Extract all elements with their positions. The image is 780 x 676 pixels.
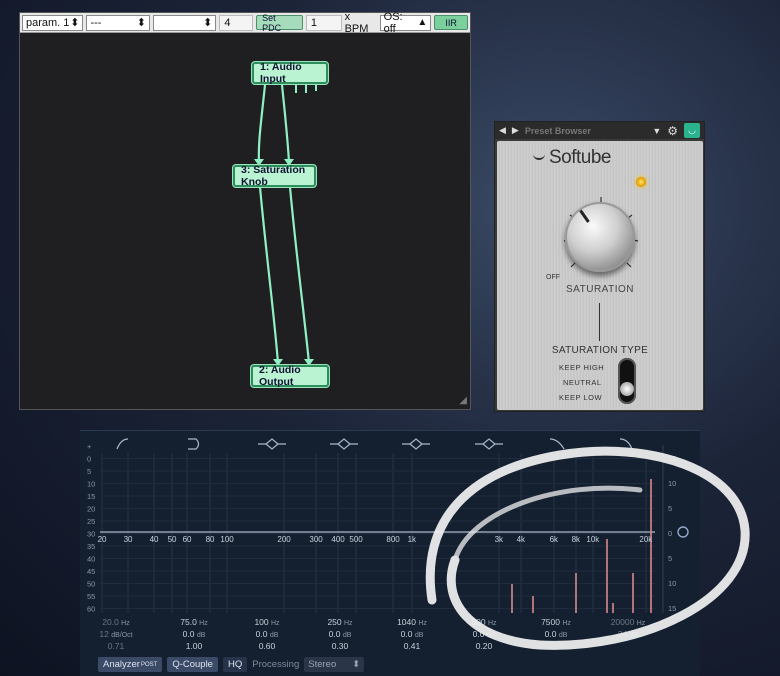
band-freq-unit: Hz [199,620,208,627]
softube-smile-icon [533,153,545,160]
band-gain-unit: dB [342,632,352,639]
band-2[interactable]: 75.0 Hz 0.0 dB 1.00 [164,617,224,652]
band-freq: 75.0 [180,617,197,627]
preset-dropdown-icon[interactable]: ▼ [652,126,661,136]
band-gain-unit: dB [196,632,206,639]
wire-input-to-knob-right [280,84,291,164]
knob-cap [565,202,635,272]
q-couple-button[interactable]: Q-Couple [167,657,218,672]
analyzer-post-label: POST [140,661,158,668]
band-freq-unit: Hz [344,620,353,627]
node-saturation-knob[interactable]: 3: Saturation Knob [233,164,316,188]
processing-select[interactable]: Stereo ⬍ [304,657,365,672]
patch-wires [254,84,317,366]
band-q: 0.41 [403,641,421,651]
band-gain: 24 [617,629,628,639]
node-audio-input[interactable]: 1: Audio Input [252,61,328,85]
saturation-knob[interactable] [560,197,640,277]
band-freq: 300 [471,617,486,627]
band-5[interactable]: 1040 Hz 0.0 dB 0.41 [382,617,442,652]
band-gain-unit: dB [558,632,568,639]
band-q: 0.60 [258,641,276,651]
saturation-type-switch[interactable] [618,358,636,404]
band-8[interactable]: 20000 Hz 24 dB [598,617,658,641]
resize-grip-icon[interactable]: ◢ [459,395,467,406]
patcher-window: param. 1 ⬍ --- ⬍ ⬍ 4 Set PDC 1 x BPM OS:… [19,11,471,410]
band-freq: 20.0 [102,617,119,627]
brand-logo: Softube [549,147,612,168]
wire-knob-to-output-left [258,186,280,364]
preset-browser[interactable]: Preset Browser [525,126,646,136]
option-neutral: NEUTRAL [563,378,602,387]
band-freq: 7500 [541,617,560,627]
band-freq-unit: Hz [636,620,646,627]
band-1[interactable]: 20.0 Hz 12 dB/Oct 0.71 [86,617,146,652]
wire-knob-to-output-right [288,186,311,364]
band-freq: 20000 [610,617,635,627]
node-audio-output[interactable]: 2: Audio Output [251,364,329,388]
processing-value: Stereo [308,659,337,670]
saturation-type-label: SATURATION TYPE [551,345,649,356]
band-freq-unit: Hz [121,620,130,627]
wire-input-to-knob-left [257,84,267,164]
next-preset-icon[interactable]: ▶ [512,125,519,136]
saturation-plugin-window: ◀ ▶ Preset Browser ▼ ⚙ ◡ Softube OFF SAT… [494,121,705,412]
eq-panel: +0 5 10 15 20 25 30 35 40 45 50 55 60 15 10 5 0 5 10 15 20… [80,430,700,676]
band-freq: 250 [327,617,342,627]
band-freq-unit: Hz [488,620,497,627]
knob-pointer [579,209,590,223]
hq-button[interactable]: HQ [222,657,248,672]
option-keep-high: KEEP HIGH [559,363,605,372]
updown-icon: ⬍ [352,659,361,670]
band-gain-unit: dB [486,632,496,639]
band-gain: 0.0 [328,629,341,639]
band-q: 1.00 [185,641,203,651]
band-4[interactable]: 250 Hz 0.0 dB 0.30 [310,617,370,652]
band-gain: 0.0 [472,629,485,639]
band-7[interactable]: 7500 Hz 0.0 dB [526,617,586,641]
analyzer-button[interactable]: Analyzer POST [98,657,163,672]
band-gain-unit: dB [269,632,279,639]
right-db-unit: dB [629,632,639,639]
band-freq: 1040 [397,617,416,627]
analyzer-label: Analyzer [103,659,140,670]
band-freq-unit: Hz [418,620,427,627]
option-keep-low: KEEP LOW [559,393,603,402]
band-gain-unit: dB [414,632,424,639]
band-q: 0.20 [475,641,493,651]
switch-knob [620,382,634,396]
band-gain: 0.0 [400,629,413,639]
off-label: OFF [546,274,560,281]
band-3[interactable]: 100 Hz 0.0 dB 0.60 [237,617,297,652]
band-freq-unit: Hz [271,620,280,627]
plugin-header: ◀ ▶ Preset Browser ▼ ⚙ ◡ [495,122,704,139]
band-q: 0.30 [331,641,349,651]
band-6[interactable]: 300 Hz 0.0 dB 0.20 [454,617,514,652]
eq-band-values: 20.0 Hz 12 dB/Oct 0.71 75.0 Hz 0.0 dB 1.… [80,431,700,676]
band-freq: 100 [254,617,269,627]
divider-line [599,303,600,341]
band-gain: 0.0 [544,629,557,639]
plugin-faceplate: Softube OFF SATURATION SATURATION TYPE K… [497,141,703,410]
band-freq-unit: Hz [562,620,571,627]
band-gain: 12 [99,629,109,639]
gear-icon[interactable]: ⚙ [667,124,678,138]
band-gain: 0.0 [182,629,195,639]
band-gain: 0.0 [255,629,268,639]
eq-footer: Analyzer POST Q-Couple HQ Processing Ster… [98,657,365,672]
prev-preset-icon[interactable]: ◀ [499,125,506,136]
band-q: 0.71 [107,641,125,651]
softube-logo-icon[interactable]: ◡ [684,123,700,138]
band-gain-unit: dB/Oct [111,632,133,639]
saturation-label: SATURATION [566,284,634,295]
power-led [636,177,646,187]
processing-label: Processing [252,659,300,670]
